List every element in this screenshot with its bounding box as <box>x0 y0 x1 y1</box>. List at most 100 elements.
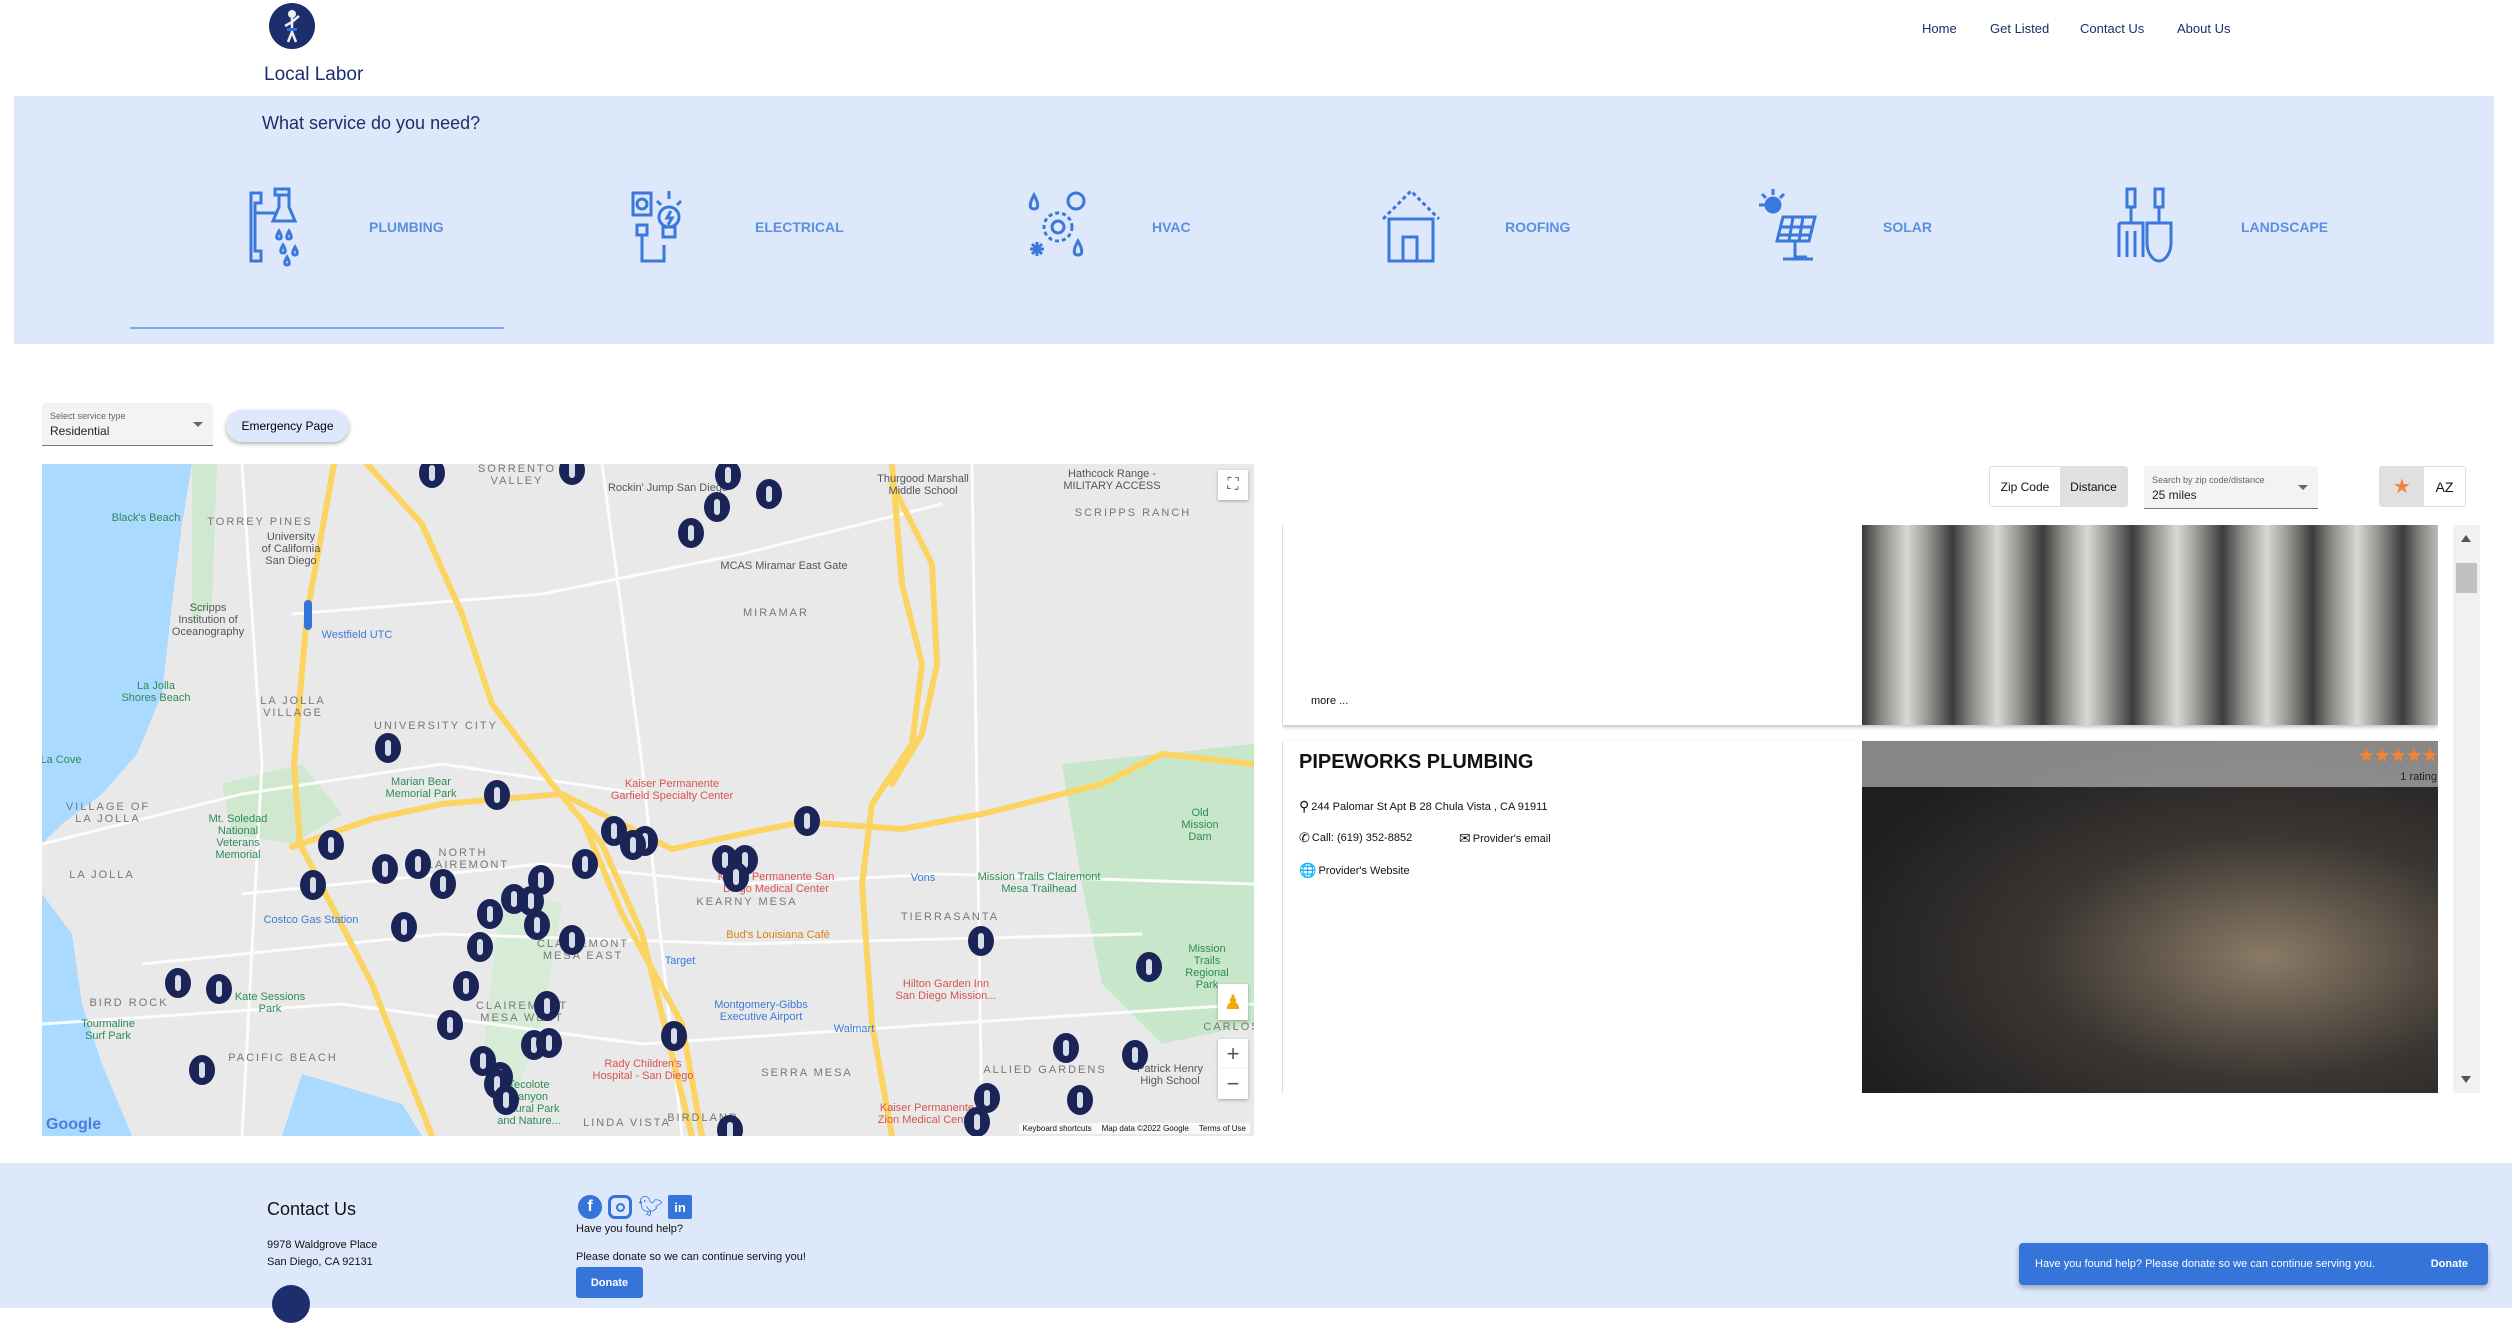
phone-text: Call: (619) 352-8852 <box>1311 832 1413 844</box>
nav-contact-us[interactable]: Contact Us <box>2080 21 2144 36</box>
street-view-pegman-icon[interactable]: ♟ <box>1218 984 1248 1020</box>
provider-marker-icon[interactable] <box>964 1106 991 1136</box>
provider-marker-icon[interactable] <box>372 854 399 885</box>
sort-az-icon[interactable]: AZ <box>2424 467 2465 506</box>
terms-of-use-link[interactable]: Terms of Use <box>1199 1124 1246 1133</box>
provider-marker-icon[interactable] <box>405 848 432 879</box>
service-plumbing[interactable]: PLUMBING <box>243 186 444 268</box>
more-link[interactable]: more ... <box>1311 695 1348 707</box>
provider-marker-icon[interactable] <box>484 779 511 810</box>
listing-card[interactable]: PIPEWORKS PLUMBING ⚲ 244 Palomar St Apt B… <box>1282 741 2438 1093</box>
service-electrical[interactable]: ELECTRICAL <box>629 186 844 268</box>
google-logo: Google <box>46 1116 102 1133</box>
provider-marker-icon[interactable] <box>558 924 585 955</box>
map-place-label: Thurgood Marshall Middle School <box>877 473 969 497</box>
distance-select[interactable]: Search by zip code/distance 25 miles <box>2144 466 2318 509</box>
listing-website[interactable]: 🌐 Provider's Website <box>1299 862 1410 879</box>
footer-logo <box>272 1285 310 1323</box>
service-hvac[interactable]: HVAC <box>1026 186 1191 268</box>
provider-marker-icon[interactable] <box>678 517 705 548</box>
zoom-out-button[interactable]: − <box>1218 1069 1248 1099</box>
linkedin-icon[interactable]: in <box>668 1195 692 1219</box>
distance-option[interactable]: Distance <box>2060 467 2127 506</box>
map-place-label: Mission Trails Clairemont Mesa Trailhead <box>977 871 1101 895</box>
footer-donate-text: Please donate so we can continue serving… <box>576 1251 806 1263</box>
provider-marker-icon[interactable] <box>620 830 647 861</box>
provider-marker-icon[interactable] <box>390 911 417 942</box>
listing-scrollbar[interactable] <box>2453 525 2480 1093</box>
provider-marker-icon[interactable] <box>437 1010 464 1041</box>
provider-marker-icon[interactable] <box>794 806 821 837</box>
service-landscape[interactable]: LANDSCAPE <box>2115 186 2328 268</box>
service-label: HVAC <box>1152 219 1191 235</box>
nav-about-us[interactable]: About Us <box>2177 21 2230 36</box>
map-place-label: La Cove <box>42 754 82 766</box>
provider-marker-icon[interactable] <box>572 848 599 879</box>
search-mode-toggle[interactable]: Zip Code Distance <box>1989 466 2128 507</box>
map-place-label: Mt. Soledad National Veterans Memorial <box>208 813 268 861</box>
service-roofing[interactable]: ROOFING <box>1379 186 1570 268</box>
provider-marker-icon[interactable] <box>968 926 995 957</box>
service-solar[interactable]: SOLAR <box>1757 186 1932 268</box>
map-place-label: LA JOLLA <box>69 869 135 881</box>
map-place-label: Walmart <box>833 1023 875 1035</box>
provider-marker-icon[interactable] <box>477 899 504 930</box>
listing-card[interactable]: more ... <box>1282 525 2438 725</box>
provider-marker-icon[interactable] <box>430 869 457 900</box>
provider-marker-icon[interactable] <box>206 974 233 1005</box>
keyboard-shortcuts-link[interactable]: Keyboard shortcuts <box>1023 1124 1092 1133</box>
provider-marker-icon[interactable] <box>523 909 550 940</box>
provider-marker-icon[interactable] <box>374 733 401 764</box>
provider-marker-icon[interactable] <box>492 1085 519 1116</box>
provider-marker-icon[interactable] <box>1122 1039 1149 1070</box>
map-place-label: Bud's Louisiana Café <box>726 929 830 941</box>
map-place-label: Old Mission Dam <box>1181 807 1219 843</box>
twitter-icon[interactable]: 🐦︎ <box>638 1195 663 1219</box>
provider-marker-icon[interactable] <box>1053 1033 1080 1064</box>
provider-marker-icon[interactable] <box>1135 951 1162 982</box>
provider-marker-icon[interactable] <box>755 479 782 509</box>
emergency-page-button[interactable]: Emergency Page <box>226 410 349 442</box>
logo[interactable] <box>269 3 315 49</box>
scroll-down-icon[interactable] <box>2461 1076 2471 1083</box>
instagram-icon[interactable] <box>608 1195 632 1219</box>
rating-count: 1 rating <box>2400 771 2437 783</box>
listing-phone[interactable]: ✆ Call: (619) 352-8852 <box>1299 830 1412 846</box>
service-type-select[interactable]: Select service type Residential <box>42 403 213 446</box>
map-place-label: Westfield UTC <box>321 629 393 641</box>
provider-marker-icon[interactable] <box>452 971 479 1002</box>
provider-marker-icon[interactable] <box>300 869 327 900</box>
provider-marker-icon[interactable] <box>189 1055 215 1086</box>
provider-marker-icon[interactable] <box>1067 1084 1094 1115</box>
nav-home[interactable]: Home <box>1922 21 1957 36</box>
hvac-icon <box>1028 191 1086 257</box>
provider-marker-icon[interactable] <box>661 1021 688 1052</box>
listing-email[interactable]: ✉ Provider's email <box>1459 830 1551 847</box>
provider-marker-icon[interactable] <box>703 491 730 522</box>
sort-by-rating-star-icon[interactable]: ★ <box>2380 467 2424 506</box>
map-place-label: La Jolla Shores Beach <box>121 680 191 704</box>
map-place-label: ALLIED GARDENS <box>983 1064 1107 1076</box>
brand-name[interactable]: Local Labor <box>264 64 363 86</box>
provider-marker-icon[interactable] <box>533 991 560 1022</box>
listing-name[interactable]: PIPEWORKS PLUMBING <box>1299 751 1533 774</box>
zip-code-option[interactable]: Zip Code <box>1990 467 2060 506</box>
provider-marker-icon[interactable] <box>466 932 493 963</box>
sort-toggle[interactable]: ★ AZ <box>2379 466 2466 507</box>
nav-get-listed[interactable]: Get Listed <box>1990 21 2049 36</box>
footer-donate-button[interactable]: Donate <box>576 1267 643 1298</box>
fullscreen-icon[interactable]: ⛶ <box>1218 470 1248 500</box>
provider-marker-icon[interactable] <box>723 861 750 892</box>
map[interactable]: Black's Beach TORREY PINES University of C… <box>42 464 1254 1136</box>
email-text: Provider's email <box>1472 832 1551 845</box>
provider-marker-icon[interactable] <box>318 830 345 861</box>
map-place-label: Kate Sessions Park <box>234 991 306 1015</box>
provider-marker-icon[interactable] <box>536 1028 563 1059</box>
scrollbar-thumb[interactable] <box>2456 563 2477 593</box>
scroll-up-icon[interactable] <box>2461 535 2471 542</box>
user-location-icon <box>304 600 312 630</box>
provider-marker-icon[interactable] <box>165 967 192 998</box>
facebook-icon[interactable]: f <box>578 1195 602 1219</box>
zoom-in-button[interactable]: + <box>1218 1039 1248 1069</box>
snackbar-donate-button[interactable]: Donate <box>2431 1258 2468 1270</box>
